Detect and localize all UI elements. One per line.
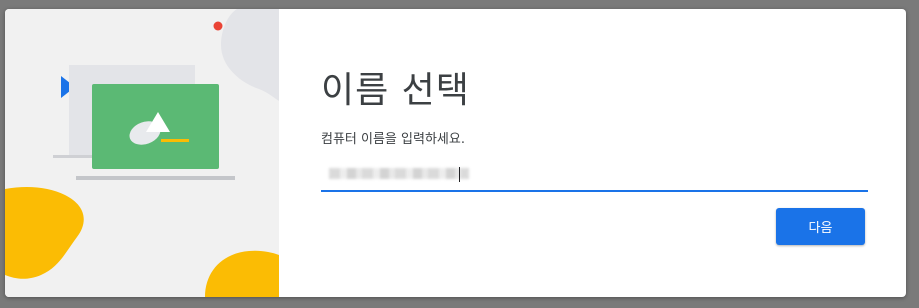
text-caret — [459, 167, 460, 182]
yellow-line-shape — [161, 139, 189, 142]
grey-blob-shape — [221, 9, 279, 101]
computer-name-input[interactable] — [321, 164, 868, 192]
dialog-content: 이름 선택 컴퓨터 이름을 입력하세요. 다음 — [279, 9, 906, 297]
yellow-semicircle-shape — [205, 250, 279, 297]
choose-name-dialog: 이름 선택 컴퓨터 이름을 입력하세요. 다음 — [5, 9, 906, 297]
laptop-illustration-panel — [5, 9, 279, 297]
laptop-base — [76, 176, 235, 180]
next-button[interactable]: 다음 — [776, 208, 865, 245]
instruction-text: 컴퓨터 이름을 입력하세요. — [321, 132, 465, 147]
red-dot-icon — [213, 21, 223, 31]
page-title: 이름 선택 — [321, 70, 470, 111]
laptop-illustration — [5, 9, 279, 297]
yellow-blob-shape — [5, 187, 84, 279]
computer-name-value-obscured — [329, 168, 469, 179]
